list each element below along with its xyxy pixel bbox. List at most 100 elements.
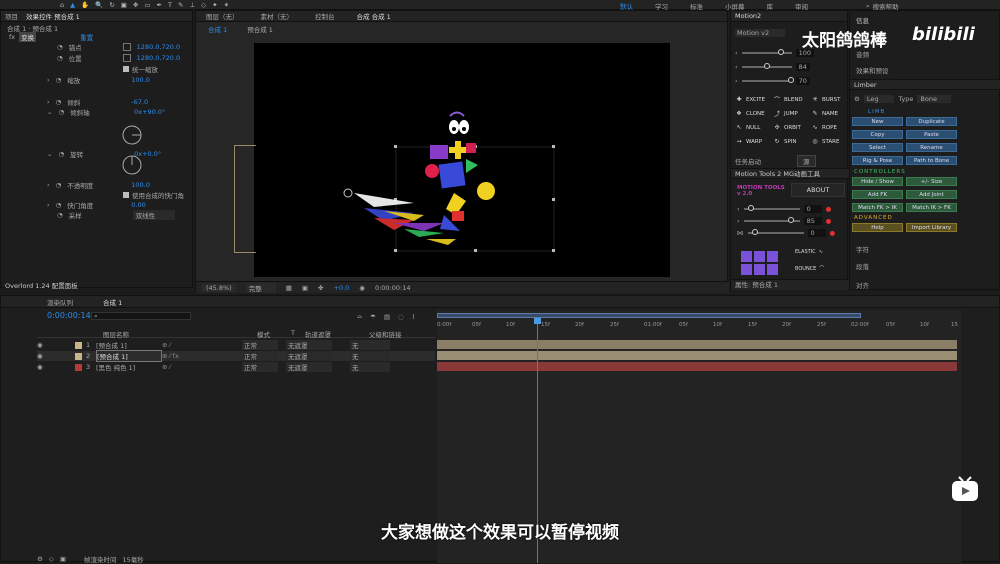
mask-icon[interactable]: ▣ — [302, 284, 308, 292]
skew-axis-dial[interactable] — [121, 124, 143, 146]
limb-select-button[interactable]: Select — [852, 143, 903, 152]
mode-dropdown[interactable]: 正常 — [242, 351, 278, 361]
exposure-value[interactable]: +0.0 — [334, 284, 350, 292]
tab-render-queue[interactable]: 渲染队列 — [47, 297, 73, 307]
motion2-value-2[interactable]: 84 — [795, 63, 810, 71]
timeline-timecode[interactable]: 0:00:00:14 — [47, 311, 91, 320]
tab-console[interactable]: 控制台 — [315, 11, 335, 21]
chevron-left-icon[interactable]: ‹ — [735, 49, 738, 57]
limb-dropdown[interactable]: Leg — [863, 95, 895, 103]
slider-knob[interactable] — [763, 63, 770, 69]
chevron-right-icon[interactable]: › — [735, 77, 738, 85]
tool-null[interactable]: ↖ NULL — [735, 123, 760, 132]
mt2-title[interactable]: Motion Tools 2 MG动画工具 — [731, 168, 849, 179]
opacity-value[interactable]: 100.0 — [131, 181, 150, 189]
slider-knob[interactable] — [751, 229, 758, 235]
label-color[interactable] — [75, 363, 82, 371]
breadcrumb-comp1[interactable]: 合成 1 — [208, 24, 227, 34]
tool-jump[interactable]: ⤴ JUMP — [773, 109, 798, 119]
characters-tab[interactable]: 字符 — [856, 244, 869, 254]
tool-blend[interactable]: ⌒ BLEND — [773, 95, 803, 105]
size-button[interactable]: +/- Size — [906, 177, 957, 186]
motion2-preset-dropdown[interactable]: Motion v2 — [735, 29, 785, 37]
slider-knob[interactable] — [747, 205, 754, 211]
layer-name[interactable]: [预合成 1] — [96, 340, 162, 350]
stopwatch-icon[interactable]: ◔ — [56, 76, 62, 84]
expand-arrow-icon[interactable]: ⌄ — [47, 150, 52, 158]
hand-tool-icon[interactable]: ✋ — [81, 1, 89, 9]
matte-dropdown[interactable]: 无遮罩 — [286, 351, 332, 361]
grid-icon[interactable]: ▦ — [286, 284, 292, 292]
tab-comp1[interactable]: 合成 1 — [103, 297, 122, 307]
expand-arrow-icon[interactable]: › — [47, 201, 50, 209]
snapshot-icon[interactable]: ◉ — [359, 284, 365, 292]
tab-effect-controls[interactable]: 效果控件 预合成 1 — [26, 11, 80, 21]
tool-excite[interactable]: ✚ EXCITE — [735, 95, 765, 104]
layer-name[interactable]: [黑色 纯色 1] — [96, 362, 162, 372]
rect-tool-icon[interactable]: ▭ — [144, 1, 150, 9]
limb-copy-button[interactable]: Copy — [852, 130, 903, 139]
reset-dot-icon[interactable]: ● — [826, 205, 832, 213]
stopwatch-icon[interactable]: ◔ — [56, 201, 62, 209]
expand-arrow-icon[interactable]: › — [47, 181, 50, 189]
match-fk-ik-button[interactable]: Match FK > IK — [852, 203, 903, 212]
chevron-right-icon[interactable]: › — [737, 217, 740, 225]
comp-canvas[interactable] — [254, 43, 670, 277]
eye-icon[interactable]: ◉ — [37, 363, 45, 371]
draft-3d-icon[interactable]: ⌓ — [357, 312, 362, 321]
tool-orbit[interactable]: ✣ ORBIT — [773, 123, 800, 132]
anchor-value[interactable]: 1280.0,720.0 — [137, 43, 180, 51]
add-fk-button[interactable]: Add FK — [852, 190, 903, 199]
uniform-scale-row[interactable]: 统一缩放 — [123, 64, 158, 74]
tool-stare[interactable]: ◎ STARE — [811, 137, 839, 146]
info-tab[interactable]: 信息 — [856, 15, 869, 25]
stopwatch-icon[interactable]: ◔ — [57, 211, 63, 219]
tool-rope[interactable]: ∿ ROPE — [811, 123, 836, 132]
elastic-option[interactable]: ELASTIC ∿ — [795, 249, 823, 255]
tab-layer[interactable]: 图层（无） — [206, 11, 239, 21]
stopwatch-icon[interactable]: ◔ — [56, 181, 62, 189]
shutter-value[interactable]: 0.00 — [131, 201, 145, 209]
tool-clone[interactable]: ❖ CLONE — [735, 109, 764, 118]
expand-arrow-icon[interactable]: › — [47, 76, 50, 84]
layer-1-duration-bar[interactable] — [437, 340, 957, 349]
stopwatch-icon[interactable]: ◔ — [58, 150, 64, 158]
eraser-tool-icon[interactable]: ◇ — [201, 1, 206, 9]
tab-project[interactable]: 项目 — [5, 11, 18, 21]
mt2-value-2[interactable]: 85 — [803, 217, 822, 225]
stopwatch-icon[interactable]: ◔ — [57, 43, 63, 51]
stopwatch-icon[interactable]: ◔ — [57, 54, 63, 62]
motion-blur-icon[interactable]: ◌ — [398, 313, 404, 321]
rotation-dial[interactable] — [121, 154, 143, 176]
chevron-left-icon[interactable]: ‹ — [735, 63, 738, 71]
parent-dropdown[interactable]: 无 — [350, 340, 390, 350]
eye-icon[interactable]: ◉ — [37, 352, 45, 360]
breadcrumb-precomp1[interactable]: 预合成 1 — [247, 24, 273, 34]
help-button[interactable]: Help — [852, 223, 903, 232]
sampling-dropdown[interactable]: 双线性 — [132, 210, 176, 220]
limb-paste-button[interactable]: Paste — [906, 130, 957, 139]
pan-tool-icon[interactable]: ✥ — [133, 1, 138, 9]
timecode-display[interactable]: 0:00:00:14 — [375, 284, 411, 292]
task-button[interactable]: 源 — [797, 155, 816, 167]
tool-spin[interactable]: ↻ SPIN — [773, 137, 796, 146]
tv-icon[interactable] — [950, 476, 980, 504]
mode-dropdown[interactable]: 正常 — [242, 362, 278, 372]
layer-2-duration-bar[interactable] — [437, 351, 957, 360]
effects-presets-tab[interactable]: 效果和预设 — [856, 65, 889, 75]
paragraph-tab[interactable]: 段落 — [856, 261, 869, 271]
frame-blend-icon[interactable]: ▤ — [384, 313, 390, 321]
brush-tool-icon[interactable]: ✎ — [178, 1, 183, 9]
motion2-value-3[interactable]: 70 — [795, 77, 810, 85]
expand-arrow-icon[interactable]: ⌄ — [47, 108, 52, 116]
roto-tool-icon[interactable]: ✦ — [212, 1, 217, 9]
stopwatch-icon[interactable]: ◔ — [56, 98, 62, 106]
chevron-left-icon[interactable]: ‹ — [737, 205, 740, 213]
tool-name[interactable]: ✎ NAME — [811, 109, 838, 118]
layer-row[interactable]: ◉ 2 [预合成 1] ⊕ ⁄ fx 正常 无遮罩 无 — [37, 350, 435, 362]
position-value[interactable]: 1280.0,720.0 — [137, 54, 180, 62]
slider-knob[interactable] — [787, 77, 794, 83]
import-library-button[interactable]: Import Library — [906, 223, 957, 232]
mt2-value-1[interactable]: 0 — [803, 205, 822, 213]
reset-link[interactable]: 重置 — [80, 32, 93, 42]
